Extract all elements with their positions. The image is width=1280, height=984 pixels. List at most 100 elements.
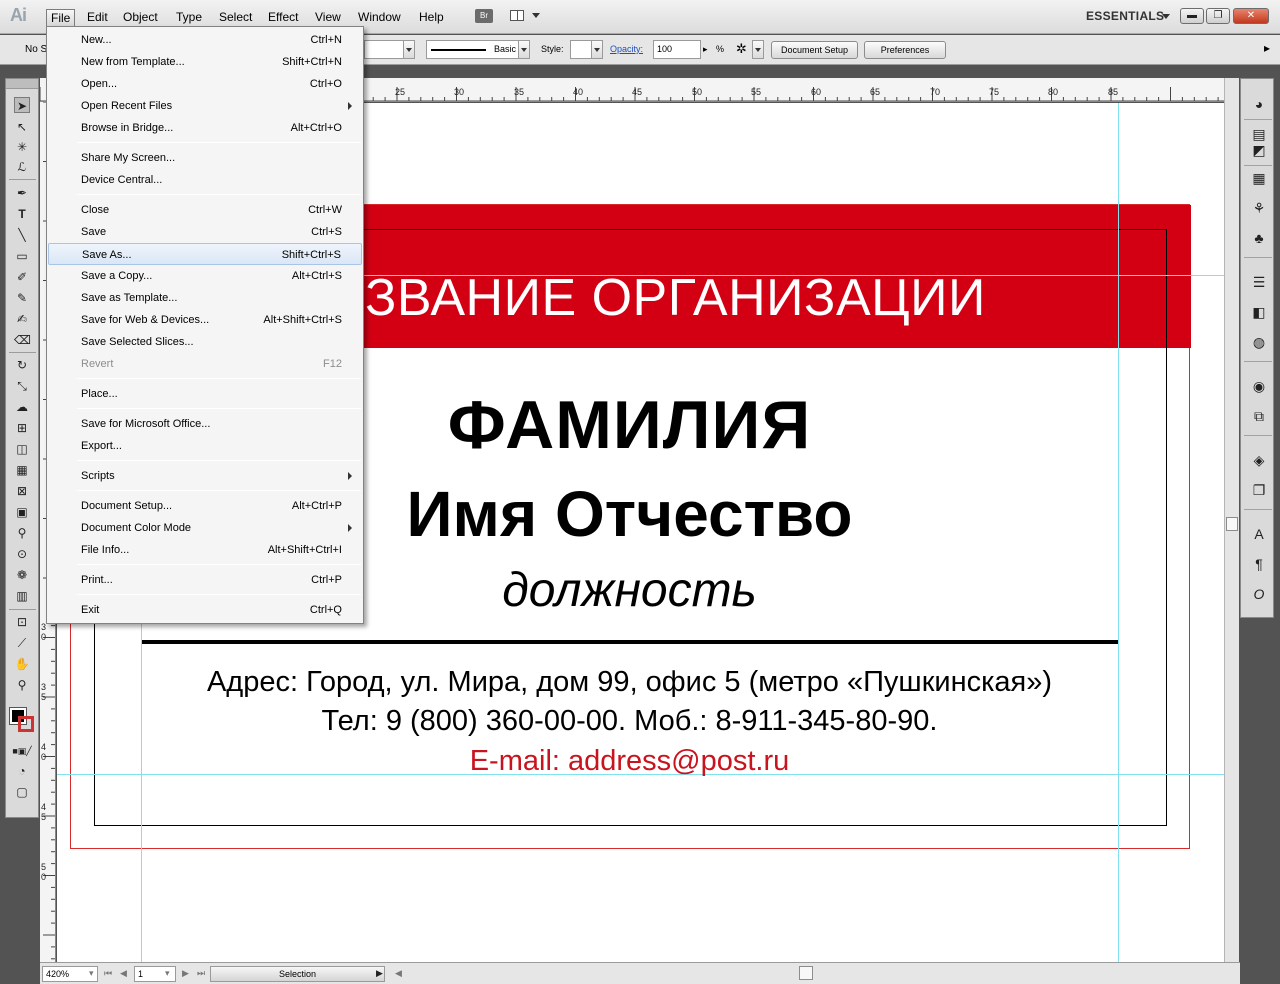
direct-selection-tool-icon[interactable]: ↖	[14, 119, 30, 135]
color-mode-icons[interactable]: ■▣╱	[8, 743, 36, 756]
first-artboard-icon[interactable]: ⏮	[104, 968, 112, 979]
stroke-profile-field[interactable]: Basic	[426, 40, 519, 59]
menu-window[interactable]: Window	[354, 9, 405, 27]
workspace-switcher[interactable]: ESSENTIALS	[1086, 9, 1164, 23]
menu-item-print[interactable]: Print... Ctrl+P	[48, 569, 362, 591]
opacity-input[interactable]: 100	[653, 40, 701, 59]
slice-tool-icon[interactable]: ⟋	[14, 635, 30, 651]
mesh-tool-icon[interactable]: ⊠	[14, 483, 30, 499]
hand-tool-icon[interactable]: ✋	[14, 656, 30, 672]
previous-artboard-icon[interactable]: ◀	[120, 968, 127, 979]
menu-item-device-central[interactable]: Device Central...	[48, 169, 362, 191]
paintbrush-tool-icon[interactable]: ✐	[14, 269, 30, 285]
recolor-icon[interactable]: ✲	[736, 41, 747, 57]
menu-item-new-from-template[interactable]: New from Template... Shift+Ctrl+N	[48, 51, 362, 73]
screen-mode-icon[interactable]: ▢	[14, 784, 30, 800]
gradient-panel-icon[interactable]: ◧	[1250, 303, 1268, 321]
email-text[interactable]: E-mail: address@post.ru	[57, 745, 1202, 778]
eyedropper-tool-icon[interactable]: ⚲	[14, 525, 30, 541]
menu-select[interactable]: Select	[215, 9, 256, 27]
pencil-tool-icon[interactable]: ✎	[14, 290, 30, 306]
blob-brush-tool-icon[interactable]: ✍	[14, 311, 30, 327]
divider-line[interactable]	[142, 640, 1118, 644]
vertical-scroll-thumb[interactable]	[1226, 517, 1238, 531]
rectangle-tool-icon[interactable]: ▭	[14, 248, 30, 264]
symbols-panel-icon[interactable]: ♣	[1250, 229, 1268, 247]
transparency-panel-icon[interactable]: ◍	[1250, 333, 1268, 351]
opentype-panel-icon[interactable]: O	[1250, 585, 1268, 603]
menu-item-save[interactable]: Save Ctrl+S	[48, 221, 362, 243]
menu-item-open[interactable]: Open... Ctrl+O	[48, 73, 362, 95]
graphic-styles-icon[interactable]: ⧉	[1250, 407, 1268, 425]
menu-item-save-as-template[interactable]: Save as Template...	[48, 287, 362, 309]
artboards-panel-icon[interactable]: ❐	[1250, 481, 1268, 499]
menu-help[interactable]: Help	[415, 9, 448, 27]
free-transform-tool-icon[interactable]: ⊞	[14, 420, 30, 436]
menu-item-new[interactable]: New... Ctrl+N	[48, 29, 362, 51]
magic-wand-tool-icon[interactable]: ✳	[14, 139, 30, 155]
zoom-dropdown-icon[interactable]: ▾	[89, 968, 94, 979]
type-tool-icon[interactable]: T	[14, 206, 30, 222]
shape-builder-tool-icon[interactable]: ◫	[14, 441, 30, 457]
preferences-button[interactable]: Preferences	[864, 41, 946, 59]
menu-item-browse-in-bridge[interactable]: Browse in Bridge... Alt+Ctrl+O	[48, 117, 362, 139]
opacity-arrow-icon[interactable]: ▸	[703, 44, 708, 55]
document-setup-button[interactable]: Document Setup	[771, 41, 858, 59]
zoom-tool-icon[interactable]: ⚲	[14, 677, 30, 693]
menu-edit[interactable]: Edit	[83, 9, 112, 27]
menu-item-save-as[interactable]: Save As... Shift+Ctrl+S	[48, 243, 362, 265]
menu-item-open-recent-files[interactable]: Open Recent Files	[48, 95, 362, 117]
restore-button[interactable]: ❐	[1206, 8, 1230, 24]
symbol-sprayer-tool-icon[interactable]: ❁	[14, 567, 30, 583]
status-tool-label[interactable]: Selection	[210, 966, 385, 982]
status-menu-arrow-icon[interactable]: ▶	[376, 968, 383, 979]
artboard-dropdown-icon[interactable]: ▾	[165, 968, 170, 979]
style-swatch[interactable]	[570, 40, 592, 59]
column-graph-tool-icon[interactable]: ▥	[14, 588, 30, 604]
menu-file[interactable]: File	[46, 9, 76, 27]
menu-type[interactable]: Type	[172, 9, 206, 27]
bridge-button[interactable]: Br	[475, 9, 493, 23]
style-dropdown[interactable]	[591, 40, 603, 59]
stroke-weight-dropdown[interactable]	[403, 40, 415, 59]
stroke-panel-icon[interactable]: ☰	[1250, 273, 1268, 291]
tools-panel-grip[interactable]	[6, 79, 38, 89]
fill-stroke-swatch-icon[interactable]	[8, 706, 36, 734]
swatch-grid-icon[interactable]: ▦	[1250, 169, 1268, 187]
last-artboard-icon[interactable]: ⏭	[197, 968, 205, 979]
address-text[interactable]: Адрес: Город, ул. Мира, дом 99, офис 5 (…	[57, 666, 1202, 699]
menu-effect[interactable]: Effect	[264, 9, 302, 27]
organization-name-text[interactable]: ЗВАНИЕ ОРГАНИЗАЦИИ	[365, 268, 986, 328]
menu-item-document-color-mode[interactable]: Document Color Mode	[48, 517, 362, 539]
recolor-dropdown[interactable]	[752, 40, 764, 59]
blend-tool-icon[interactable]: ⊙	[14, 546, 30, 562]
vertical-scrollbar[interactable]	[1224, 78, 1239, 962]
panel-menu-icon[interactable]: ▸	[1264, 41, 1270, 55]
menu-item-save-a-copy[interactable]: Save a Copy... Alt+Ctrl+S	[48, 265, 362, 287]
menu-view[interactable]: View	[311, 9, 345, 27]
arrange-documents-button[interactable]	[510, 9, 542, 23]
menu-item-share-my-screen[interactable]: Share My Screen...	[48, 147, 362, 169]
menu-item-scripts[interactable]: Scripts	[48, 465, 362, 487]
menu-item-save-selected-slices[interactable]: Save Selected Slices...	[48, 331, 362, 353]
layers-panel-icon[interactable]: ◈	[1250, 451, 1268, 469]
menu-item-export[interactable]: Export...	[48, 435, 362, 457]
line-tool-icon[interactable]: ╲	[14, 227, 30, 243]
warp-tool-icon[interactable]: ☁	[14, 399, 30, 415]
lasso-tool-icon[interactable]: ℒ	[14, 159, 30, 175]
character-panel-icon[interactable]: A	[1250, 525, 1268, 543]
paragraph-panel-icon[interactable]: ¶	[1250, 555, 1268, 573]
next-artboard-icon[interactable]: ▶	[182, 968, 189, 979]
scroll-left-icon[interactable]: ◀	[395, 968, 402, 979]
menu-item-save-for-web-devices[interactable]: Save for Web & Devices... Alt+Shift+Ctrl+…	[48, 309, 362, 331]
swatches-panel-icon[interactable]: ◩	[1250, 141, 1268, 159]
scale-tool-icon[interactable]: ⤡	[14, 378, 30, 394]
phone-text[interactable]: Тел: 9 (800) 360-00-00. Моб.: 8-911-345-…	[57, 705, 1202, 738]
menu-object[interactable]: Object	[119, 9, 162, 27]
menu-item-exit[interactable]: Exit Ctrl+Q	[48, 599, 362, 621]
menu-item-place[interactable]: Place...	[48, 383, 362, 405]
rotate-tool-icon[interactable]: ↻	[14, 357, 30, 373]
menu-item-file-info[interactable]: File Info... Alt+Shift+Ctrl+I	[48, 539, 362, 561]
drawing-mode-icon[interactable]: ◔	[14, 763, 30, 779]
perspective-grid-tool-icon[interactable]: ▦	[14, 462, 30, 478]
